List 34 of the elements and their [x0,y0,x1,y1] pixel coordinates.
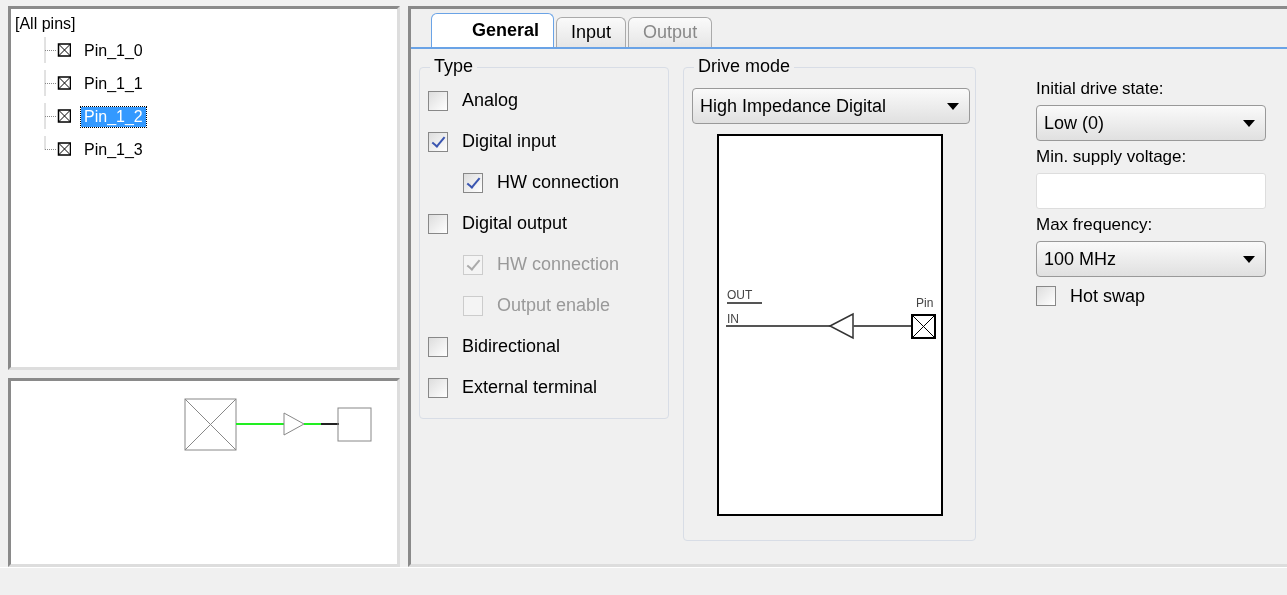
checkbox-label[interactable]: Analog [462,90,519,111]
tree-item[interactable]: Pin_1_0 [81,40,146,61]
checkbox-label[interactable]: Bidirectional [462,336,561,357]
drive-mode-dropdown[interactable]: High Impedance Digital [692,88,970,124]
dropdown-arrow-icon [947,102,959,110]
dropdown[interactable]: 100 MHz [1036,241,1266,277]
dropdown-arrow-icon [1243,119,1255,127]
tree-root-item[interactable]: [All pins] [15,15,393,33]
tab[interactable]: General [431,13,555,47]
field-label: Initial drive state: [1036,79,1165,99]
checkbox[interactable] [428,213,448,234]
checkbox[interactable] [428,336,448,357]
diagram-label: IN [727,312,739,326]
dropdown[interactable]: Low (0) [1036,105,1266,141]
tree-item[interactable]: Pin_1_3 [81,139,146,160]
input-field[interactable] [1036,173,1266,209]
dropdown-arrow-icon [1243,255,1255,263]
checkbox-label[interactable]: Digital input [462,131,557,152]
field-label: Max frequency: [1036,215,1154,235]
checkbox[interactable] [428,131,448,152]
checkbox-label[interactable]: Hot swap [1070,285,1146,307]
diagram-label: Pin [916,296,934,310]
checkbox[interactable] [428,377,448,398]
checkbox-label[interactable]: External terminal [462,377,598,398]
tab[interactable]: Input [556,17,627,47]
field-label: Min. supply voltage: [1036,147,1188,167]
tree-item[interactable]: Pin_1_1 [81,73,146,94]
checkbox-label[interactable]: Digital output [462,213,568,234]
checkbox-label[interactable]: HW connection [497,172,620,193]
checkbox[interactable] [463,172,483,193]
group-title: Type [430,56,478,77]
checkbox[interactable] [1036,286,1056,306]
diagram-label: OUT [727,288,763,304]
checkbox[interactable] [428,90,448,111]
